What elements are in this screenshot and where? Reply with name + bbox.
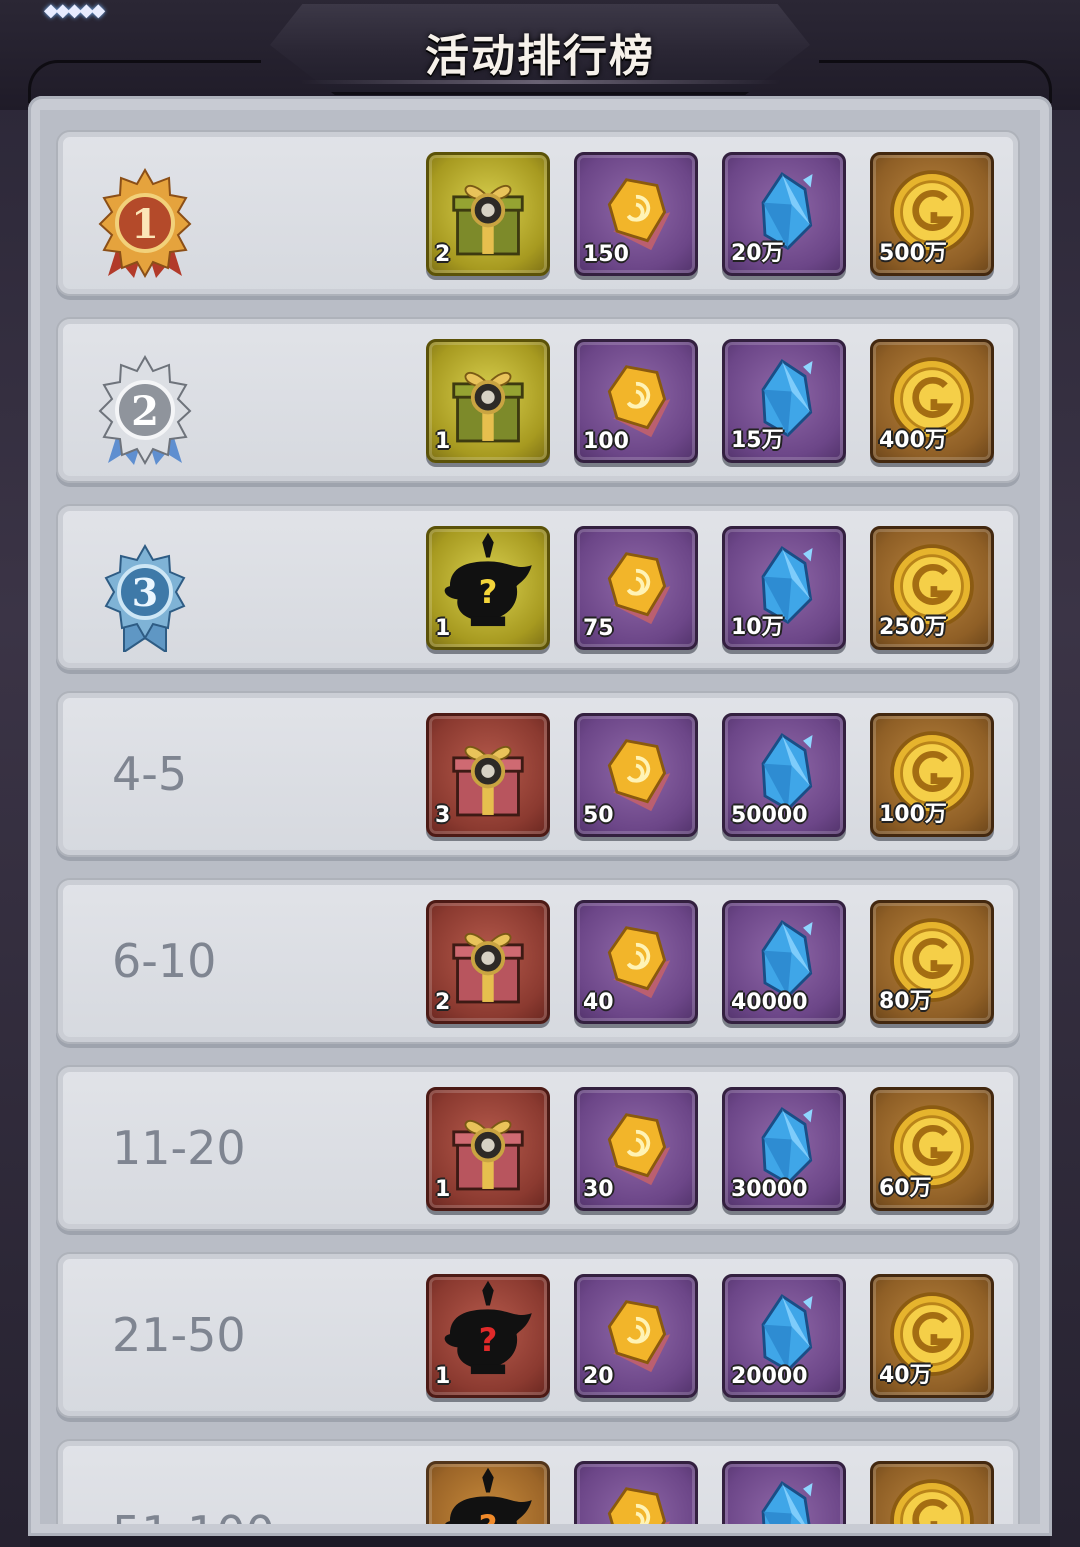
item-quantity: 40 [583, 990, 614, 1015]
item-quantity: 30000 [731, 1177, 808, 1202]
reward-item[interactable] [722, 1461, 846, 1524]
item-quantity: 400万 [879, 428, 947, 453]
reward-item[interactable]: 50 [574, 713, 698, 837]
rank-label: 51-100 [112, 1506, 275, 1524]
reward-item[interactable]: 1 [426, 1087, 550, 1211]
reward-item[interactable]: 40万 [870, 1274, 994, 1398]
item-quantity: 500万 [879, 241, 947, 266]
item-quantity: 30 [583, 1177, 614, 1202]
item-quantity: 150 [583, 242, 629, 267]
reward-item[interactable]: ? 1 [426, 1274, 550, 1398]
item-quantity: 20万 [731, 241, 784, 266]
reward-item[interactable]: ? 1 [426, 526, 550, 650]
item-quantity: 40万 [879, 1363, 932, 1388]
mystery-lamp-icon: ? [445, 1467, 532, 1524]
reward-item[interactable] [870, 1461, 994, 1524]
reward-item[interactable]: 3 [426, 713, 550, 837]
reward-item[interactable]: 40000 [722, 900, 846, 1024]
item-quantity: 80万 [879, 989, 932, 1014]
svg-text:?: ? [479, 1508, 498, 1524]
gold-coin-icon [890, 1479, 974, 1524]
item-quantity: 1 [435, 1364, 451, 1389]
reward-item[interactable]: 30000 [722, 1087, 846, 1211]
svg-text:2: 2 [131, 388, 159, 435]
reward-item[interactable]: 80万 [870, 900, 994, 1024]
rank-row-3: 3 ? 1 75 10万 250万 [56, 504, 1020, 670]
blue-crystal-icon [761, 1481, 813, 1524]
rank-label: 11-20 [112, 1121, 246, 1175]
item-quantity: 1 [435, 616, 451, 641]
blue-medal-icon: 3 [90, 542, 200, 654]
reward-item[interactable]: 2 [426, 152, 550, 276]
rank-row-11-20: 11-20 1 30 30000 60万 [56, 1065, 1020, 1231]
left-border [0, 0, 30, 1547]
item-quantity: 2 [435, 242, 451, 267]
item-quantity: 50000 [731, 803, 808, 828]
star-decoration-icon: ◆◆◆◆◆ [44, 0, 105, 20]
rank-label: 21-50 [112, 1308, 246, 1362]
rank-label: 6-10 [112, 934, 217, 988]
item-quantity: 15万 [731, 428, 784, 453]
page-title: 活动排行榜 [425, 31, 655, 82]
rank-label: 4-5 [112, 747, 188, 801]
rank-row-2: 2 1 100 15万 400万 [56, 317, 1020, 483]
item-quantity: 100 [583, 429, 629, 454]
rank-row-1: 1 2 150 20万 500万 [56, 130, 1020, 296]
right-border [1050, 0, 1080, 1547]
reward-item[interactable]: 150 [574, 152, 698, 276]
reward-list[interactable]: 1 2 150 20万 500万 2 1 100 15万 400万 3 ? 1 … [40, 110, 1040, 1524]
item-quantity: 10万 [731, 615, 784, 640]
item-quantity: 100万 [879, 802, 947, 827]
svg-text:3: 3 [132, 570, 158, 615]
reward-item[interactable]: 30 [574, 1087, 698, 1211]
gold-medal-icon: 1 [90, 167, 200, 279]
reward-item[interactable]: 10万 [722, 526, 846, 650]
reward-item[interactable]: 20000 [722, 1274, 846, 1398]
reward-item[interactable]: ? [426, 1461, 550, 1524]
reward-item[interactable]: 250万 [870, 526, 994, 650]
reward-item[interactable]: 400万 [870, 339, 994, 463]
reward-item[interactable]: 20 [574, 1274, 698, 1398]
reward-item[interactable]: 15万 [722, 339, 846, 463]
svg-text:1: 1 [131, 201, 159, 248]
silver-medal-icon: 2 [90, 354, 200, 466]
rank-row-4-5: 4-5 3 50 50000 100万 [56, 691, 1020, 857]
item-quantity: 20 [583, 1364, 614, 1389]
item-quantity: 75 [583, 616, 614, 641]
reward-item[interactable]: 100 [574, 339, 698, 463]
item-quantity: 50 [583, 803, 614, 828]
amber-stone-icon [607, 1487, 671, 1524]
reward-item[interactable] [574, 1461, 698, 1524]
item-quantity: 1 [435, 1177, 451, 1202]
item-quantity: 20000 [731, 1364, 808, 1389]
reward-item[interactable]: 60万 [870, 1087, 994, 1211]
rank-row-51-100: 51-100 ? [56, 1439, 1020, 1524]
reward-item[interactable]: 500万 [870, 152, 994, 276]
reward-item[interactable]: 75 [574, 526, 698, 650]
item-quantity: 3 [435, 803, 451, 828]
item-quantity: 1 [435, 429, 451, 454]
svg-text:?: ? [479, 573, 498, 611]
reward-item[interactable]: 1 [426, 339, 550, 463]
item-quantity: 2 [435, 990, 451, 1015]
svg-text:?: ? [479, 1321, 498, 1359]
reward-item[interactable]: 2 [426, 900, 550, 1024]
item-quantity: 40000 [731, 990, 808, 1015]
reward-item[interactable]: 40 [574, 900, 698, 1024]
item-quantity: 60万 [879, 1176, 932, 1201]
reward-item[interactable]: 20万 [722, 152, 846, 276]
rank-row-21-50: 21-50 ? 1 20 20000 40万 [56, 1252, 1020, 1418]
reward-item[interactable]: 100万 [870, 713, 994, 837]
rank-row-6-10: 6-10 2 40 40000 80万 [56, 878, 1020, 1044]
item-quantity: 250万 [879, 615, 947, 640]
reward-item[interactable]: 50000 [722, 713, 846, 837]
